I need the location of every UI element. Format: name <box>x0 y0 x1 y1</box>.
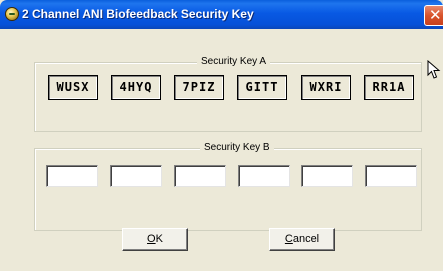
security-key-b-label: Security Key B <box>200 141 274 155</box>
key-a-field-3: 7PIZ <box>174 75 224 100</box>
key-b-input-6[interactable] <box>365 165 417 187</box>
ok-label-rest: K <box>155 233 163 245</box>
ok-accelerator: O <box>147 233 156 245</box>
cancel-accelerator: C <box>284 233 293 245</box>
key-a-field-2: 4HYQ <box>111 75 161 100</box>
key-a-field-1: WUSX <box>48 75 98 100</box>
key-b-input-2[interactable] <box>110 165 162 187</box>
security-key-b-group: Security Key B <box>34 141 422 231</box>
security-key-dialog: 2 Channel ANI Biofeedback Security Key ✕… <box>0 0 443 271</box>
security-key-a-group: Security Key A WUSX 4HYQ 7PIZ GITT WXRI … <box>34 55 422 132</box>
security-key-a-label: Security Key A <box>197 55 271 69</box>
key-b-input-5[interactable] <box>301 165 353 187</box>
key-b-input-4[interactable] <box>238 165 290 187</box>
close-button[interactable]: ✕ <box>424 5 443 26</box>
key-a-field-4: GITT <box>237 75 287 100</box>
cancel-label-rest: ancel <box>292 233 320 245</box>
cancel-button[interactable]: Cancel <box>269 228 335 251</box>
key-b-input-3[interactable] <box>174 165 226 187</box>
close-icon: ✕ <box>429 6 442 24</box>
mouse-pointer-icon <box>427 60 441 79</box>
key-b-input-1[interactable] <box>46 165 98 187</box>
title-bar[interactable]: 2 Channel ANI Biofeedback Security Key ✕ <box>0 0 443 29</box>
app-icon[interactable] <box>5 7 19 21</box>
dialog-body: Security Key A WUSX 4HYQ 7PIZ GITT WXRI … <box>3 29 443 271</box>
key-a-field-6: RR1A <box>364 75 414 100</box>
ok-button[interactable]: OK <box>122 228 188 251</box>
window-title: 2 Channel ANI Biofeedback Security Key <box>22 7 254 21</box>
key-a-field-5: WXRI <box>301 75 351 100</box>
